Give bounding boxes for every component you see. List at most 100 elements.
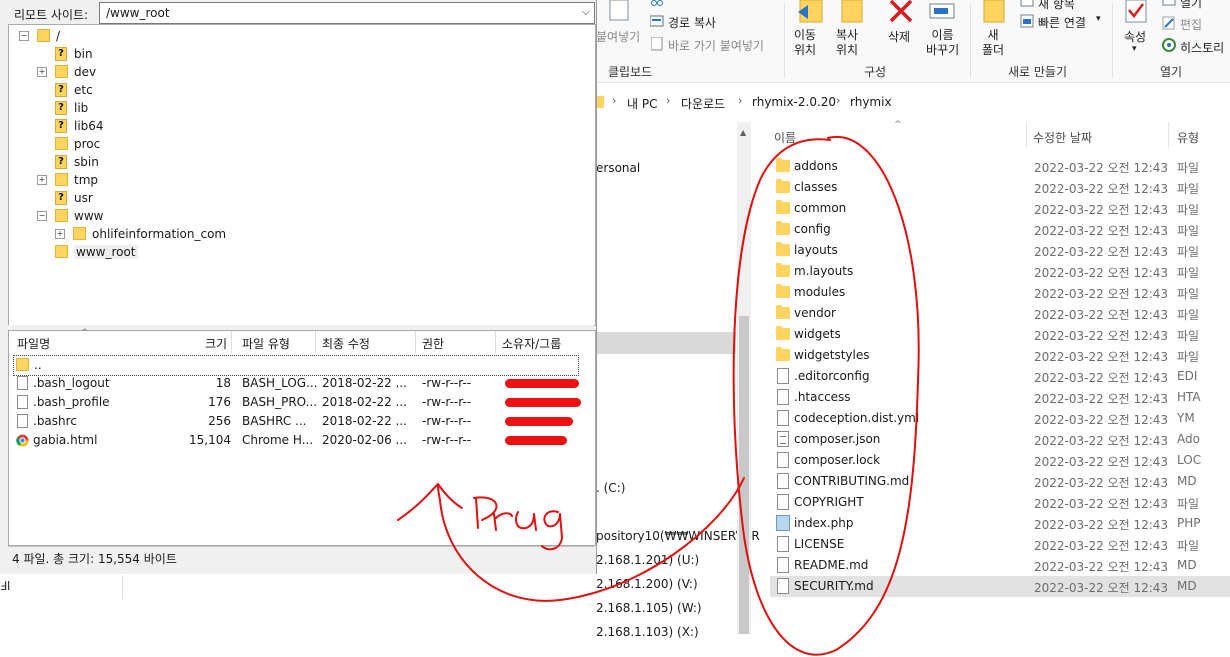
file-row[interactable]: addons 2022-03-22 오전 12:43 파일: [770, 156, 1230, 177]
file-row[interactable]: gabia.html 15,104 Chrome H... 2020-02-06 ..…: [13, 431, 579, 450]
column-separator[interactable]: [415, 331, 416, 353]
redaction-scribble: [505, 436, 567, 445]
breadcrumb-rhymix-version[interactable]: rhymix-2.0.20: [752, 95, 836, 109]
file-row[interactable]: m.layouts 2022-03-22 오전 12:43 파일: [770, 261, 1230, 282]
file-row[interactable]: codeception.dist.yml 2022-03-22 오전 12:43 Y…: [770, 408, 1230, 429]
file-row[interactable]: CONTRIBUTING.md 2022-03-22 오전 12:43 MD: [770, 471, 1230, 492]
file-row[interactable]: .bash_logout 18 BASH_LOG... 2018-02-22 ... -…: [13, 374, 579, 393]
new-folder-button[interactable]: 새 폴더: [982, 28, 1004, 58]
nav-item-drive-w[interactable]: 2.168.1.105) (W:): [596, 601, 702, 615]
nav-item-drive-x[interactable]: 2.168.1.103) (X:): [596, 625, 699, 639]
file-row[interactable]: ..: [13, 355, 579, 376]
nav-item-selected[interactable]: [596, 332, 736, 354]
copy-path-button[interactable]: 경로 복사: [668, 14, 716, 31]
file-row[interactable]: composer.lock 2022-03-22 오전 12:43 LOC: [770, 450, 1230, 471]
file-row[interactable]: vendor 2022-03-22 오전 12:43 파일: [770, 303, 1230, 324]
chevron-down-icon[interactable]: ⌵: [582, 5, 590, 19]
nav-item[interactable]: ersonal: [596, 161, 640, 175]
tree-item[interactable]: ? sbin: [9, 153, 589, 171]
tree-item[interactable]: + dev: [9, 63, 589, 81]
breadcrumb-rhymix[interactable]: rhymix: [850, 95, 892, 109]
column-header-owner[interactable]: 소유자/그룹: [502, 335, 561, 352]
file-row[interactable]: COPYRIGHT 2022-03-22 오전 12:43 파일: [770, 492, 1230, 513]
paste-shortcut-button[interactable]: 바로 가기 붙여넣기: [668, 37, 764, 54]
column-header-type[interactable]: 유형: [1177, 129, 1199, 146]
file-row[interactable]: common 2022-03-22 오전 12:43 파일: [770, 198, 1230, 219]
column-separator[interactable]: [495, 331, 496, 353]
open-icon: [1162, 0, 1176, 6]
easy-access-button[interactable]: 빠른 연결: [1038, 14, 1086, 31]
column-header-size[interactable]: 크기: [205, 335, 227, 352]
paste-button[interactable]: 붙여넣기: [596, 28, 640, 45]
file-row[interactable]: widgets 2022-03-22 오전 12:43 파일: [770, 324, 1230, 345]
tree-item[interactable]: ? usr: [9, 189, 589, 207]
nav-item-drive-v[interactable]: 2.168.1.200) (V:): [596, 577, 698, 591]
history-button[interactable]: 히스토리: [1180, 39, 1224, 56]
properties-button[interactable]: 속성: [1124, 28, 1146, 45]
column-header-date[interactable]: 수정한 날짜: [1033, 129, 1092, 146]
column-separator[interactable]: [315, 331, 316, 353]
tree-item[interactable]: ? bin: [9, 45, 589, 63]
column-separator[interactable]: [231, 331, 232, 353]
remote-site-input[interactable]: /www_root ⌵: [99, 2, 595, 24]
tree-item[interactable]: − /: [9, 27, 589, 45]
properties-dropdown-icon[interactable]: ▾: [1132, 44, 1137, 54]
file-permissions: -rw-r--r--: [422, 414, 472, 428]
file-row[interactable]: config 2022-03-22 오전 12:43 파일: [770, 219, 1230, 240]
breadcrumb-this-pc[interactable]: 내 PC: [627, 95, 657, 112]
delete-button[interactable]: 삭제: [888, 28, 910, 45]
file-row[interactable]: .editorconfig 2022-03-22 오전 12:43 EDI: [770, 366, 1230, 387]
file-row[interactable]: .htaccess 2022-03-22 오전 12:43 HTA: [770, 387, 1230, 408]
file-row[interactable]: .bashrc 256 BASHRC ... 2018-02-22 ... -rw-r-…: [13, 412, 579, 431]
file-modified: 2018-02-22 ...: [322, 376, 407, 390]
column-separator[interactable]: [1168, 122, 1169, 148]
breadcrumb-downloads[interactable]: 다운로드: [681, 95, 725, 112]
scroll-up-icon[interactable]: ▲: [740, 128, 746, 137]
collapse-icon[interactable]: −: [19, 31, 29, 41]
tree-item[interactable]: www_root: [9, 243, 589, 261]
file-row[interactable]: README.md 2022-03-22 오전 12:43 MD: [770, 555, 1230, 576]
column-header-filetype[interactable]: 파일 유형: [242, 335, 290, 352]
file-name: SECURITY.md: [794, 579, 874, 593]
tree-item[interactable]: − www: [9, 207, 589, 225]
easy-access-dropdown-icon[interactable]: ▾: [1096, 14, 1101, 24]
collapse-icon[interactable]: −: [37, 211, 47, 221]
file-row[interactable]: index.php 2022-03-22 오전 12:43 PHP: [770, 513, 1230, 534]
nav-scrollbar-thumb[interactable]: [739, 316, 749, 634]
file-row[interactable]: SECURITY.md 2022-03-22 오전 12:43 MD: [770, 576, 1230, 597]
tree-item[interactable]: proc: [9, 135, 589, 153]
nav-item-drive-c[interactable]: . (C:): [596, 481, 625, 495]
nav-item-network-share[interactable]: pository10(₩₩WINSERVER: [596, 529, 760, 543]
column-header-modified[interactable]: 최종 수정: [322, 335, 370, 352]
new-item-button[interactable]: 새 항목: [1038, 0, 1075, 12]
edit-button[interactable]: 편집: [1180, 16, 1202, 33]
column-separator[interactable]: [1026, 122, 1027, 148]
file-icon: [777, 368, 789, 384]
file-row[interactable]: widgetstyles 2022-03-22 오전 12:43 파일: [770, 345, 1230, 366]
nav-item-drive-u[interactable]: 2.168.1.201) (U:): [596, 553, 699, 567]
copy-path-icon: [650, 15, 664, 27]
rename-button[interactable]: 이름 바꾸기: [926, 28, 959, 58]
expand-icon[interactable]: +: [37, 67, 47, 77]
tree-item[interactable]: ? lib64: [9, 117, 589, 135]
file-row[interactable]: modules 2022-03-22 오전 12:43 파일: [770, 282, 1230, 303]
open-button[interactable]: 열기: [1180, 0, 1202, 11]
tree-item[interactable]: + tmp: [9, 171, 589, 189]
column-header-name[interactable]: 이름: [774, 129, 796, 146]
tree-item[interactable]: ? lib: [9, 99, 589, 117]
expand-icon[interactable]: +: [55, 229, 65, 239]
file-row[interactable]: composer.json 2022-03-22 오전 12:43 Ado: [770, 429, 1230, 450]
file-row[interactable]: layouts 2022-03-22 오전 12:43 파일: [770, 240, 1230, 261]
tree-item[interactable]: ? etc: [9, 81, 589, 99]
folder-icon: [776, 326, 790, 340]
column-header-permissions[interactable]: 권한: [422, 335, 444, 352]
file-row[interactable]: .bash_profile 176 BASH_PRO... 2018-02-22 ..…: [13, 393, 581, 412]
file-row[interactable]: classes 2022-03-22 오전 12:43 파일: [770, 177, 1230, 198]
file-row[interactable]: LICENSE 2022-03-22 오전 12:43 파일: [770, 534, 1230, 555]
tree-item[interactable]: + ohlifeinformation_com: [9, 225, 589, 243]
move-to-button[interactable]: 이동 위치: [794, 28, 816, 58]
expand-icon[interactable]: +: [37, 175, 47, 185]
column-header-filename[interactable]: 파일명: [17, 335, 50, 352]
address-bar[interactable]: › 내 PC › 다운로드 › rhymix-2.0.20 › rhymix: [596, 90, 1230, 114]
copy-to-button[interactable]: 복사 위치: [836, 28, 858, 58]
